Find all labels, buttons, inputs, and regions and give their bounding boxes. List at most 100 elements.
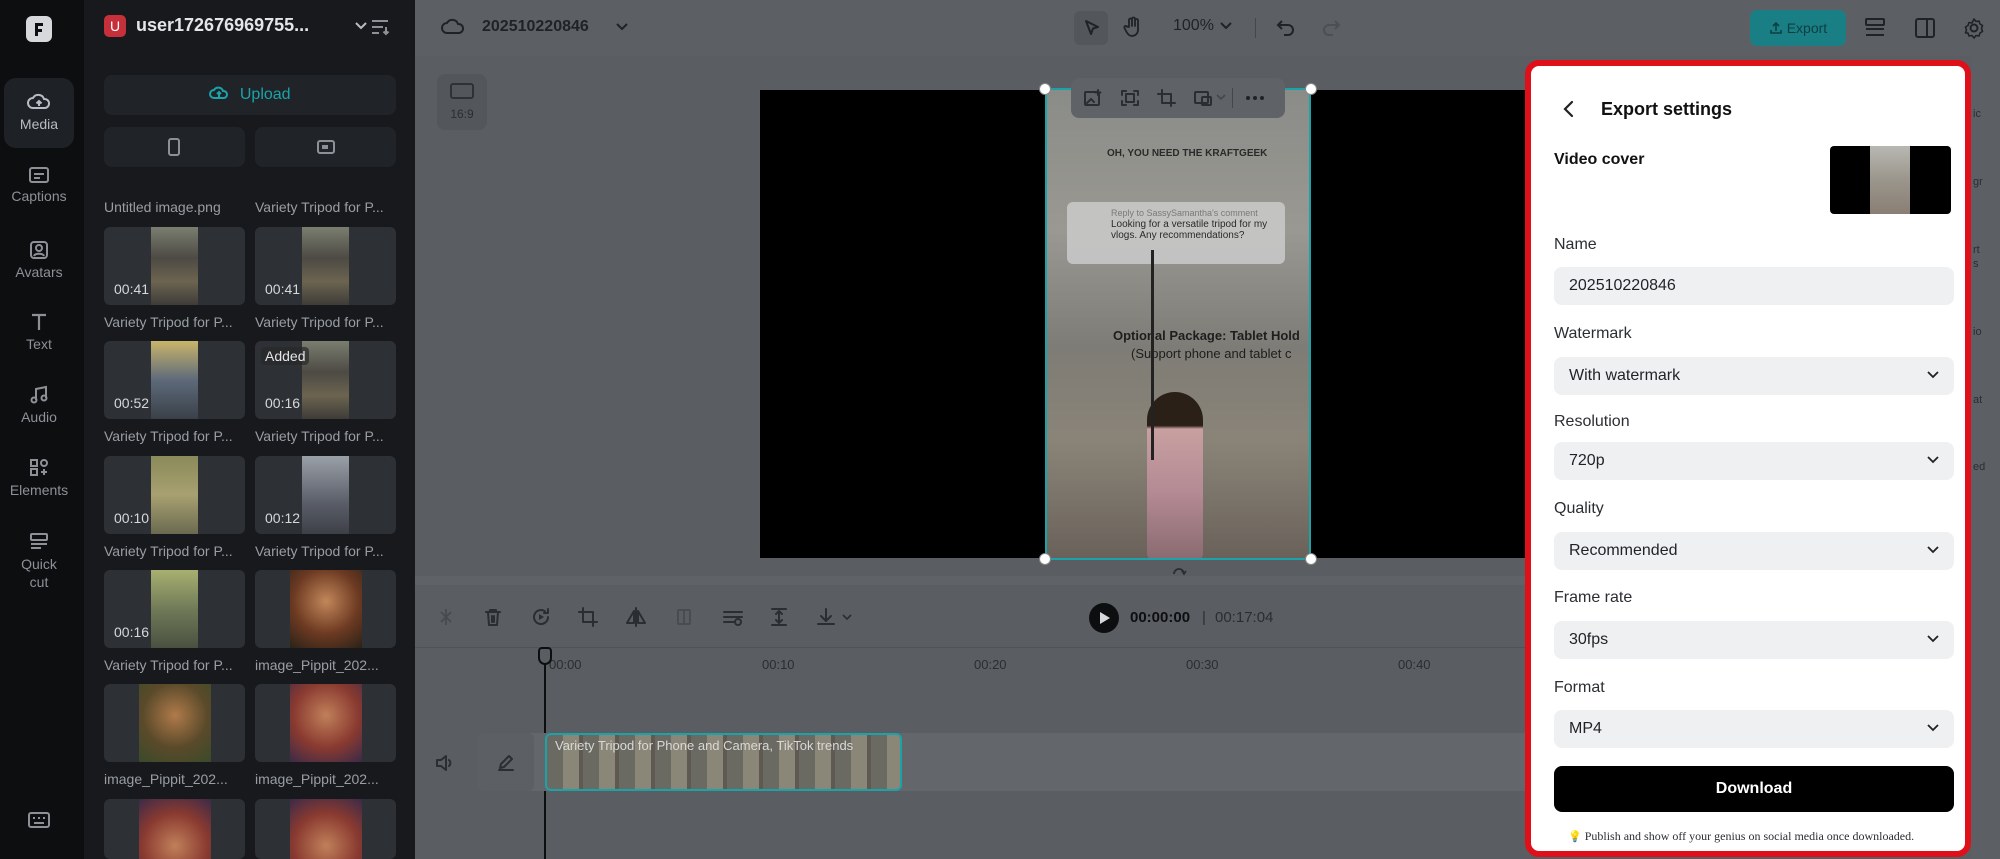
audio-icon: [30, 385, 48, 404]
download-icon[interactable]: [816, 607, 838, 627]
divider: [1232, 88, 1233, 108]
more-icon[interactable]: [1245, 95, 1265, 101]
media-thumbnail[interactable]: 00:10: [104, 456, 245, 534]
device-upload-button[interactable]: [255, 127, 396, 167]
format-select[interactable]: MP4: [1554, 710, 1954, 748]
video-clip[interactable]: Variety Tripod for Phone and Camera, Tik…: [545, 733, 902, 791]
background-icon[interactable]: [1193, 89, 1213, 107]
media-thumbnail[interactable]: 00:41: [104, 227, 245, 305]
adjust-icon[interactable]: [722, 607, 744, 627]
video-frame[interactable]: OH, YOU NEED THE KRAFTGEEK Reply to Sass…: [1045, 88, 1311, 560]
media-caption: Untitled image.png: [104, 199, 221, 215]
rotate-icon[interactable]: [1171, 564, 1187, 576]
pencil-icon: [498, 755, 514, 771]
resize-handle[interactable]: [1039, 83, 1051, 95]
video-overlay-text: OH, YOU NEED THE KRAFTGEEK: [1107, 148, 1268, 159]
fit-icon[interactable]: [1120, 89, 1140, 107]
media-caption: image_Pippit_202...: [255, 657, 379, 673]
chevron-down-icon: [1927, 456, 1939, 464]
redo-icon[interactable]: [1321, 18, 1341, 36]
freeze-icon[interactable]: [674, 607, 694, 627]
workspace-switcher[interactable]: U user172676969755...: [104, 14, 374, 40]
gear-icon[interactable]: [1963, 17, 1985, 39]
upload-button[interactable]: Upload: [104, 75, 396, 115]
name-input[interactable]: 202510220846: [1554, 267, 1954, 305]
media-thumbnail[interactable]: [255, 570, 396, 648]
playhead-handle[interactable]: [538, 647, 552, 665]
play-button[interactable]: [1089, 603, 1119, 633]
replay-icon[interactable]: [531, 607, 551, 627]
replace-image-icon[interactable]: [1083, 89, 1103, 107]
time-separator: |: [1202, 609, 1206, 626]
reply-bubble: Reply to SassySamantha's comment Looking…: [1067, 202, 1285, 264]
clip-toolbar: [1071, 78, 1285, 118]
back-arrow-icon[interactable]: [1563, 100, 1575, 118]
rail-item-text[interactable]: Text: [4, 312, 74, 352]
chevron-down-icon[interactable]: [1216, 94, 1226, 102]
zoom-level[interactable]: 100%: [1173, 17, 1214, 35]
quality-select[interactable]: Recommended: [1554, 532, 1954, 570]
media-caption: Variety Tripod for P...: [255, 314, 384, 330]
media-thumbnail[interactable]: [255, 684, 396, 762]
delete-icon[interactable]: [484, 607, 502, 627]
export-label: Export: [1786, 20, 1828, 36]
keyboard-shortcuts-button[interactable]: [28, 811, 50, 834]
rail-item-audio[interactable]: Audio: [4, 385, 74, 425]
resize-handle[interactable]: [1039, 553, 1051, 565]
rail-item-avatars[interactable]: Avatars: [4, 240, 74, 280]
resolution-select[interactable]: 720p: [1554, 442, 1954, 480]
media-thumbnail[interactable]: 00:52: [104, 341, 245, 419]
download-button[interactable]: Download: [1554, 766, 1954, 812]
video-cover-thumbnail[interactable]: [1830, 146, 1951, 214]
media-thumbnail[interactable]: [255, 799, 396, 859]
resize-handle[interactable]: [1305, 83, 1317, 95]
edit-cover-button[interactable]: [478, 733, 534, 791]
media-caption: Variety Tripod for P...: [104, 428, 233, 444]
media-thumbnail[interactable]: 00:12: [255, 456, 396, 534]
media-thumbnail[interactable]: Added 00:16: [255, 341, 396, 419]
elements-icon: [30, 459, 48, 476]
media-thumbnail[interactable]: [104, 799, 245, 859]
watermark-select[interactable]: With watermark: [1554, 357, 1954, 395]
chevron-down-icon[interactable]: [1220, 22, 1232, 31]
phone-upload-button[interactable]: [104, 127, 245, 167]
media-thumbnail[interactable]: 00:41: [255, 227, 396, 305]
cursor-icon: [1085, 20, 1099, 35]
sort-icon[interactable]: [370, 18, 390, 36]
volume-icon[interactable]: [435, 754, 455, 772]
project-name[interactable]: 202510220846: [482, 18, 589, 36]
total-time: 00:17:04: [1215, 609, 1274, 626]
app-logo[interactable]: [26, 16, 52, 42]
rail-item-quick-cut[interactable]: Quick cut: [4, 531, 74, 591]
divider: [1255, 18, 1256, 38]
select-tool-button[interactable]: [1074, 11, 1108, 45]
phone-icon: [168, 138, 180, 156]
aspect-ratio-button[interactable]: 16:9: [437, 74, 487, 130]
rail-item-elements[interactable]: Elements: [4, 458, 74, 498]
ruler-tick: 00:40: [1398, 657, 1431, 672]
chevron-down-icon: [1927, 724, 1939, 732]
media-thumbnail[interactable]: 00:16: [104, 570, 245, 648]
crop-icon[interactable]: [578, 607, 598, 627]
reply-text: Looking for a versatile tripod for my vl…: [1111, 219, 1268, 241]
trim-icon[interactable]: [770, 607, 788, 627]
split-icon[interactable]: [437, 607, 455, 627]
chevron-down-icon[interactable]: [842, 614, 852, 622]
flip-icon[interactable]: [625, 607, 647, 627]
quality-label: Quality: [1554, 500, 1604, 517]
watermark-value: With watermark: [1569, 367, 1681, 384]
ruler-tick: 00:30: [1186, 657, 1219, 672]
hand-icon[interactable]: [1123, 16, 1143, 38]
panel-toggle-icon[interactable]: [1914, 17, 1936, 39]
media-thumbnail[interactable]: [104, 684, 245, 762]
undo-icon[interactable]: [1276, 18, 1296, 36]
chevron-down-icon[interactable]: [615, 22, 629, 32]
chevron-down-icon: [1927, 546, 1939, 554]
frame-rate-select[interactable]: 30fps: [1554, 621, 1954, 659]
resize-handle[interactable]: [1305, 553, 1317, 565]
layers-icon[interactable]: [1863, 17, 1887, 39]
export-button[interactable]: Export: [1750, 10, 1846, 46]
crop-icon[interactable]: [1157, 89, 1177, 107]
rail-item-media[interactable]: Media: [4, 78, 74, 148]
rail-item-captions[interactable]: Captions: [4, 166, 74, 204]
